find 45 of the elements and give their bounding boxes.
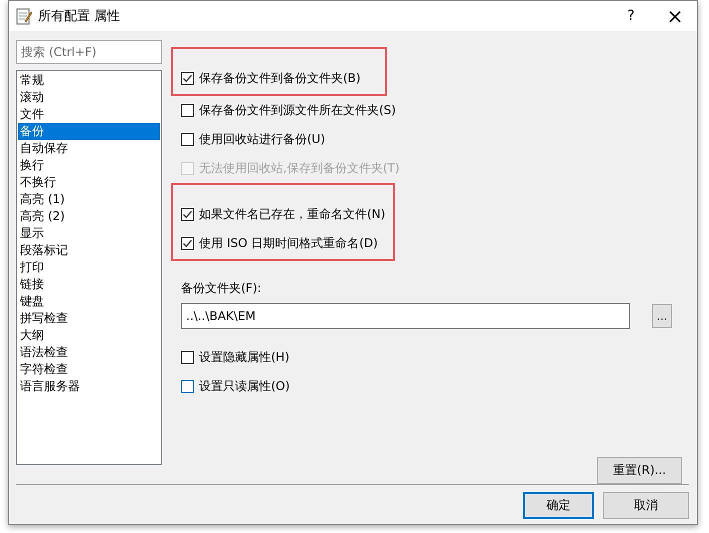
checkbox[interactable] bbox=[181, 236, 194, 250]
browse-button[interactable]: ... bbox=[652, 304, 672, 328]
category-item[interactable]: 换行 bbox=[18, 157, 160, 174]
category-item[interactable]: 段落标记 bbox=[18, 242, 160, 259]
checkbox[interactable] bbox=[181, 132, 194, 146]
category-item[interactable]: 高亮 (1) bbox=[18, 191, 160, 208]
help-button[interactable]: ? bbox=[609, 1, 653, 31]
category-item[interactable]: 常规 bbox=[18, 72, 160, 89]
category-item[interactable]: 语言服务器 bbox=[18, 378, 160, 395]
category-item[interactable]: 语法检查 bbox=[18, 344, 160, 361]
category-item[interactable]: 链接 bbox=[18, 276, 160, 293]
checkbox-label: 设置隐藏属性(H) bbox=[199, 348, 290, 366]
category-item[interactable]: 高亮 (2) bbox=[18, 208, 160, 225]
category-item[interactable]: 备份 bbox=[18, 123, 160, 140]
window-title: 所有配置 属性 bbox=[38, 8, 122, 25]
reset-button[interactable]: 重置(R)... bbox=[597, 457, 682, 484]
category-item[interactable]: 显示 bbox=[18, 225, 160, 242]
checkbox-label: 无法使用回收站,保存到备份文件夹(T) bbox=[199, 160, 400, 176]
category-item[interactable]: 文件 bbox=[18, 106, 160, 123]
notepad-icon bbox=[16, 8, 32, 24]
search-field[interactable]: 搜索 (Ctrl+F) bbox=[16, 40, 162, 64]
checkbox-label: 保存备份文件到源文件所在文件夹(S) bbox=[199, 102, 396, 118]
category-item[interactable]: 滚动 bbox=[18, 89, 160, 106]
ok-button[interactable]: 确定 bbox=[523, 492, 594, 519]
checkbox-label: 如果文件名已存在，重命名文件(N) bbox=[199, 206, 386, 222]
checkbox[interactable] bbox=[181, 72, 194, 84]
checkbox[interactable] bbox=[181, 208, 194, 220]
checkbox-label: 保存备份文件到备份文件夹(B) bbox=[199, 70, 361, 86]
category-item[interactable]: 键盘 bbox=[18, 293, 160, 310]
folder-field[interactable]: ..\..\BAK\EM bbox=[181, 303, 630, 329]
category-item[interactable]: 字符检查 bbox=[18, 361, 160, 378]
checkbox-label: 设置只读属性(O) bbox=[199, 378, 290, 394]
category-item[interactable]: 打印 bbox=[18, 259, 160, 276]
checkbox[interactable] bbox=[181, 380, 194, 392]
category-item[interactable]: 大纲 bbox=[18, 327, 160, 344]
checkbox[interactable] bbox=[181, 104, 194, 116]
category-item[interactable]: 不换行 bbox=[18, 174, 160, 191]
field-label: 备份文件夹(F): bbox=[181, 280, 262, 297]
checkbox-label: 使用回收站进行备份(U) bbox=[199, 130, 326, 148]
checkbox-label: 使用 ISO 日期时间格式重命名(D) bbox=[199, 234, 378, 252]
category-item[interactable]: 自动保存 bbox=[18, 140, 160, 157]
cancel-button[interactable]: 取消 bbox=[603, 492, 689, 519]
category-item[interactable]: 拼写检查 bbox=[18, 310, 160, 327]
checkbox[interactable] bbox=[181, 350, 194, 364]
close-button[interactable]: × bbox=[653, 1, 697, 31]
